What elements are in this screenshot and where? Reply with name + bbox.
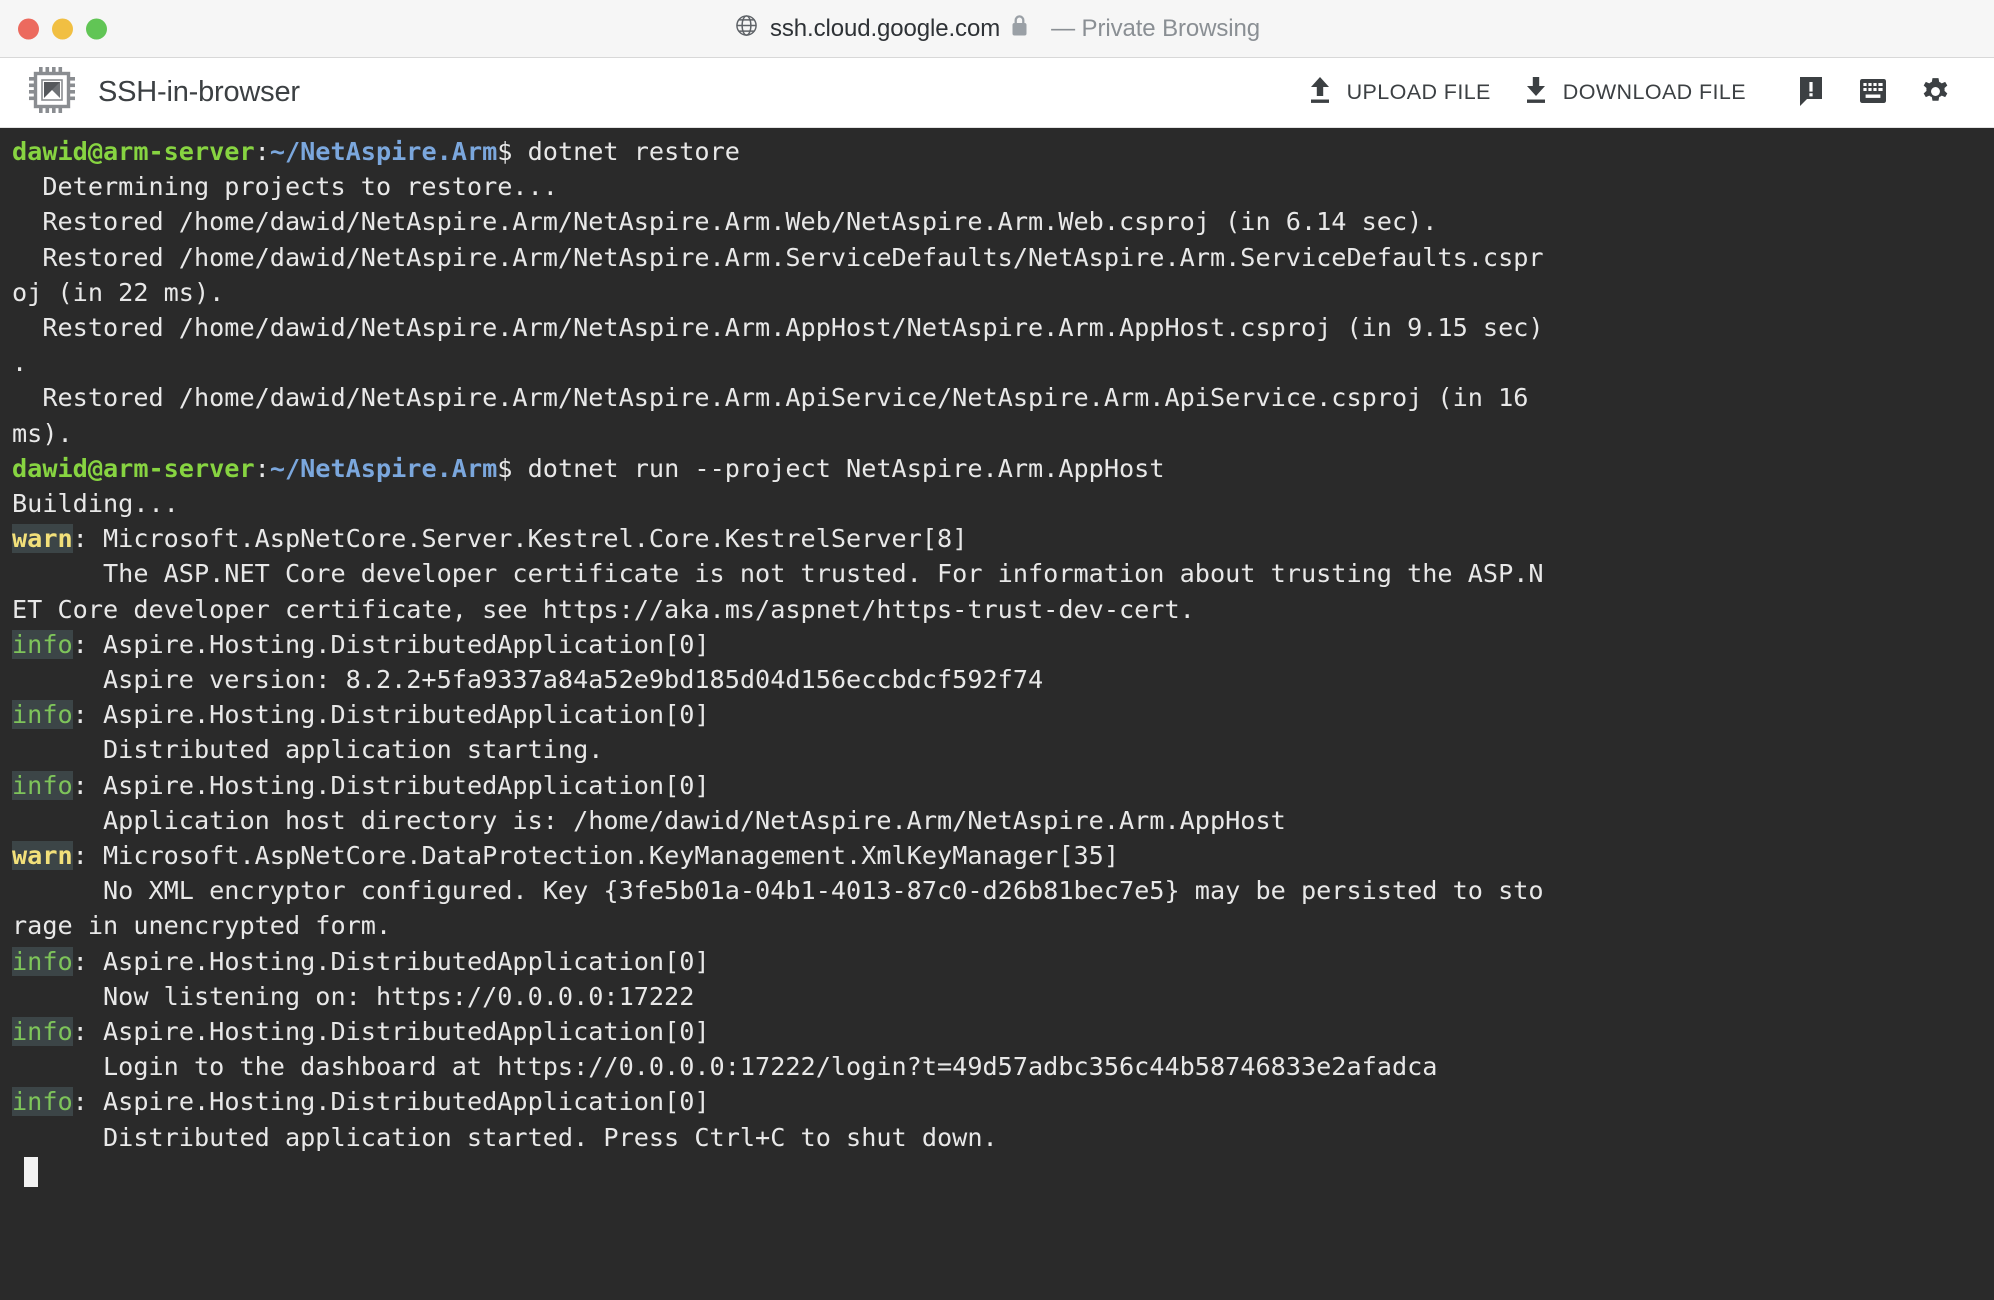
terminal-cursor [24,1157,38,1187]
download-file-label: DOWNLOAD FILE [1563,80,1746,105]
log-message: : Aspire.Hosting.DistributedApplication[… [73,1087,710,1116]
log-message: : Aspire.Hosting.DistributedApplication[… [73,947,710,976]
chip-icon [26,64,78,121]
info-tag: info [12,1087,73,1116]
browser-title: ssh.cloud.google.com — Private Browsing [734,13,1260,45]
keyboard-icon [1857,76,1889,109]
terminal-line: Restored /home/dawid/NetAspire.Arm/NetAs… [12,240,1994,275]
terminal-line: ms). [12,416,1994,451]
terminal-line: Login to the dashboard at https://0.0.0.… [12,1049,1994,1084]
upload-file-button[interactable]: UPLOAD FILE [1291,68,1507,118]
terminal-line: warn: Microsoft.AspNetCore.DataProtectio… [12,838,1994,873]
terminal-line: oj (in 22 ms). [12,275,1994,310]
info-tag: info [12,771,73,800]
prompt-separator: : [255,454,270,483]
terminal-lines: dawid@arm-server:~/NetAspire.Arm$ dotnet… [0,134,1994,1190]
app-brand: SSH-in-browser [26,64,300,121]
lock-icon [1011,14,1028,44]
terminal-line: info: Aspire.Hosting.DistributedApplicat… [12,768,1994,803]
log-message: : Microsoft.AspNetCore.DataProtection.Ke… [73,841,1119,870]
prompt-separator: : [255,137,270,166]
terminal-line: Distributed application starting. [12,732,1994,767]
terminal-line: dawid@arm-server:~/NetAspire.Arm$ dotnet… [12,134,1994,169]
feedback-button[interactable] [1780,65,1842,121]
prompt-command: $ dotnet restore [497,137,740,166]
info-tag: info [12,1017,73,1046]
download-icon [1523,76,1549,110]
minimize-window-button[interactable] [52,18,73,39]
log-message: : Aspire.Hosting.DistributedApplication[… [73,771,710,800]
log-message: : Aspire.Hosting.DistributedApplication[… [73,630,710,659]
info-tag: info [12,630,73,659]
prompt-user-host: dawid@arm-server [12,454,255,483]
site-host-label: ssh.cloud.google.com [770,15,1000,43]
terminal-line: ET Core developer certificate, see https… [12,592,1994,627]
terminal-line: Restored /home/dawid/NetAspire.Arm/NetAs… [12,310,1994,345]
zoom-window-button[interactable] [86,18,107,39]
app-toolbar: SSH-in-browser UPLOAD FILE DOWNLOAD FILE [0,58,1994,128]
terminal-line: info: Aspire.Hosting.DistributedApplicat… [12,697,1994,732]
info-tag: info [12,947,73,976]
terminal-line: No XML encryptor configured. Key {3fe5b0… [12,873,1994,908]
feedback-icon [1796,75,1826,110]
upload-icon [1307,76,1333,110]
settings-button[interactable] [1904,65,1966,121]
download-file-button[interactable]: DOWNLOAD FILE [1507,68,1762,118]
prompt-user-host: dawid@arm-server [12,137,255,166]
terminal-line: Application host directory is: /home/daw… [12,803,1994,838]
toolbar-actions: UPLOAD FILE DOWNLOAD FILE [1291,65,1966,121]
terminal-line: rage in unencrypted form. [12,908,1994,943]
terminal-line: . [12,345,1994,380]
terminal-line: Restored /home/dawid/NetAspire.Arm/NetAs… [12,204,1994,239]
warn-tag: warn [12,841,73,870]
terminal-line: Determining projects to restore... [12,169,1994,204]
terminal-line: The ASP.NET Core developer certificate i… [12,556,1994,591]
private-browsing-label: — Private Browsing [1051,15,1260,43]
log-message: : Aspire.Hosting.DistributedApplication[… [73,1017,710,1046]
terminal-line [12,1155,1994,1190]
warn-tag: warn [12,524,73,553]
prompt-path: ~/NetAspire.Arm [270,137,497,166]
terminal-line: Distributed application started. Press C… [12,1120,1994,1155]
globe-icon [734,13,759,45]
terminal-line: Now listening on: https://0.0.0.0:17222 [12,979,1994,1014]
keyboard-button[interactable] [1842,65,1904,121]
terminal-line: Building... [12,486,1994,521]
upload-file-label: UPLOAD FILE [1347,80,1491,105]
log-message: : Microsoft.AspNetCore.Server.Kestrel.Co… [73,524,968,553]
window-controls [18,18,107,39]
terminal-line: Restored /home/dawid/NetAspire.Arm/NetAs… [12,380,1994,415]
terminal-output[interactable]: dawid@arm-server:~/NetAspire.Arm$ dotnet… [0,128,1994,1300]
log-message: : Aspire.Hosting.DistributedApplication[… [73,700,710,729]
browser-titlebar: ssh.cloud.google.com — Private Browsing [0,0,1994,58]
terminal-line: Aspire version: 8.2.2+5fa9337a84a52e9bd1… [12,662,1994,697]
terminal-line: info: Aspire.Hosting.DistributedApplicat… [12,627,1994,662]
prompt-path: ~/NetAspire.Arm [270,454,497,483]
terminal-line: info: Aspire.Hosting.DistributedApplicat… [12,944,1994,979]
app-title: SSH-in-browser [98,76,300,109]
close-window-button[interactable] [18,18,39,39]
terminal-line: dawid@arm-server:~/NetAspire.Arm$ dotnet… [12,451,1994,486]
prompt-command: $ dotnet run --project NetAspire.Arm.App… [497,454,1164,483]
info-tag: info [12,700,73,729]
terminal-line: info: Aspire.Hosting.DistributedApplicat… [12,1014,1994,1049]
terminal-line: info: Aspire.Hosting.DistributedApplicat… [12,1084,1994,1119]
gear-icon [1920,76,1951,110]
terminal-line: warn: Microsoft.AspNetCore.Server.Kestre… [12,521,1994,556]
